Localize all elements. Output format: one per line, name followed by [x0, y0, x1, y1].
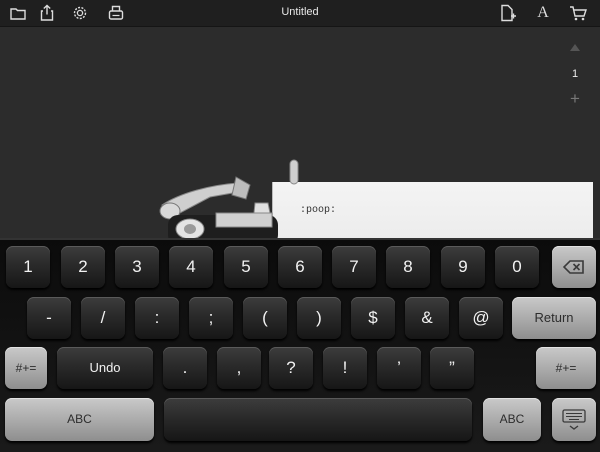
- key-quote[interactable]: ”: [430, 347, 474, 389]
- key-left-paren[interactable]: (: [243, 297, 287, 339]
- key-comma[interactable]: ,: [217, 347, 261, 389]
- typewriter-carriage-icon: [159, 176, 278, 245]
- abc-button-left[interactable]: ABC: [5, 398, 154, 441]
- key-6[interactable]: 6: [278, 246, 322, 288]
- key-0[interactable]: 0: [495, 246, 539, 288]
- abc-button-right[interactable]: ABC: [483, 398, 541, 441]
- settings-gear-icon[interactable]: [70, 3, 90, 23]
- key-9[interactable]: 9: [441, 246, 485, 288]
- add-page-button[interactable]: +: [564, 90, 586, 107]
- key-colon[interactable]: :: [135, 297, 179, 339]
- key-slash[interactable]: /: [81, 297, 125, 339]
- symbols-toggle-right[interactable]: #+=: [536, 347, 596, 389]
- print-icon[interactable]: [106, 3, 126, 23]
- undo-button[interactable]: Undo: [57, 347, 153, 389]
- key-ampersand[interactable]: &: [405, 297, 449, 339]
- key-period[interactable]: .: [163, 347, 207, 389]
- new-document-icon[interactable]: [497, 3, 517, 23]
- key-1[interactable]: 1: [6, 246, 50, 288]
- key-8[interactable]: 8: [386, 246, 430, 288]
- key-semicolon[interactable]: ;: [189, 297, 233, 339]
- font-icon[interactable]: A: [534, 3, 552, 23]
- hide-keyboard-icon: [562, 408, 586, 430]
- key-exclamation[interactable]: !: [323, 347, 367, 389]
- space-bar[interactable]: [164, 398, 472, 441]
- key-hyphen[interactable]: -: [27, 297, 71, 339]
- return-button[interactable]: Return: [512, 297, 596, 339]
- key-at[interactable]: @: [459, 297, 503, 339]
- page-number: 1: [571, 68, 579, 80]
- top-toolbar: Untitled A: [0, 0, 600, 27]
- symbols-toggle-left[interactable]: #+=: [5, 347, 47, 389]
- key-apostrophe[interactable]: ’: [377, 347, 421, 389]
- folder-icon[interactable]: [8, 3, 28, 23]
- document-text: :poop:: [300, 205, 337, 216]
- key-3[interactable]: 3: [115, 246, 159, 288]
- key-2[interactable]: 2: [61, 246, 105, 288]
- key-7[interactable]: 7: [332, 246, 376, 288]
- share-icon[interactable]: [37, 3, 57, 23]
- hide-keyboard-button[interactable]: [552, 398, 596, 441]
- backspace-icon: [563, 260, 584, 274]
- cart-icon[interactable]: [568, 3, 588, 23]
- key-4[interactable]: 4: [169, 246, 213, 288]
- paper-bail-icon: [289, 159, 299, 185]
- page-up-icon[interactable]: [570, 44, 580, 51]
- key-5[interactable]: 5: [224, 246, 268, 288]
- key-right-paren[interactable]: ): [297, 297, 341, 339]
- key-dollar[interactable]: $: [351, 297, 395, 339]
- backspace-button[interactable]: [552, 246, 596, 288]
- key-question[interactable]: ?: [269, 347, 313, 389]
